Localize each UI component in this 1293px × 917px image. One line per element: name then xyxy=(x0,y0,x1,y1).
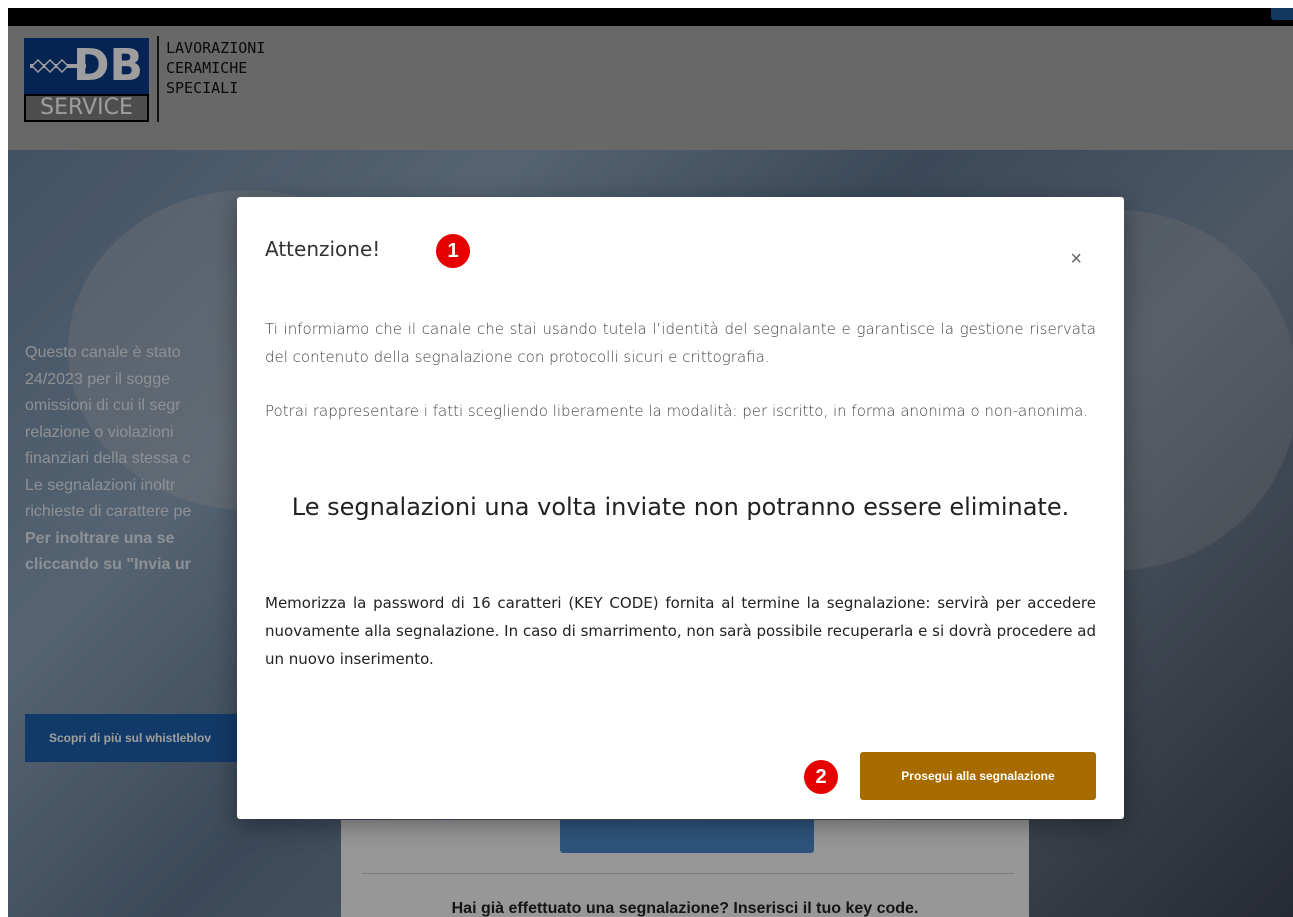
modal-paragraph: Ti informiamo che il canale che stai usa… xyxy=(265,320,1096,366)
modal-title: Attenzione! xyxy=(265,237,381,261)
annotation-marker: 1 xyxy=(436,234,470,268)
modal-note: Memorizza la password di 16 caratteri (K… xyxy=(265,594,1096,668)
attention-modal: Attenzione! × Ti informiamo che il canal… xyxy=(237,197,1124,819)
modal-paragraph: Potrai rappresentare i fatti scegliendo … xyxy=(265,402,1089,420)
close-icon[interactable]: × xyxy=(1070,249,1082,269)
modal-warning: Le segnalazioni una volta inviate non po… xyxy=(291,493,1070,521)
annotation-marker: 2 xyxy=(804,760,838,794)
continue-to-report-button[interactable]: Prosegui alla segnalazione xyxy=(860,752,1096,800)
